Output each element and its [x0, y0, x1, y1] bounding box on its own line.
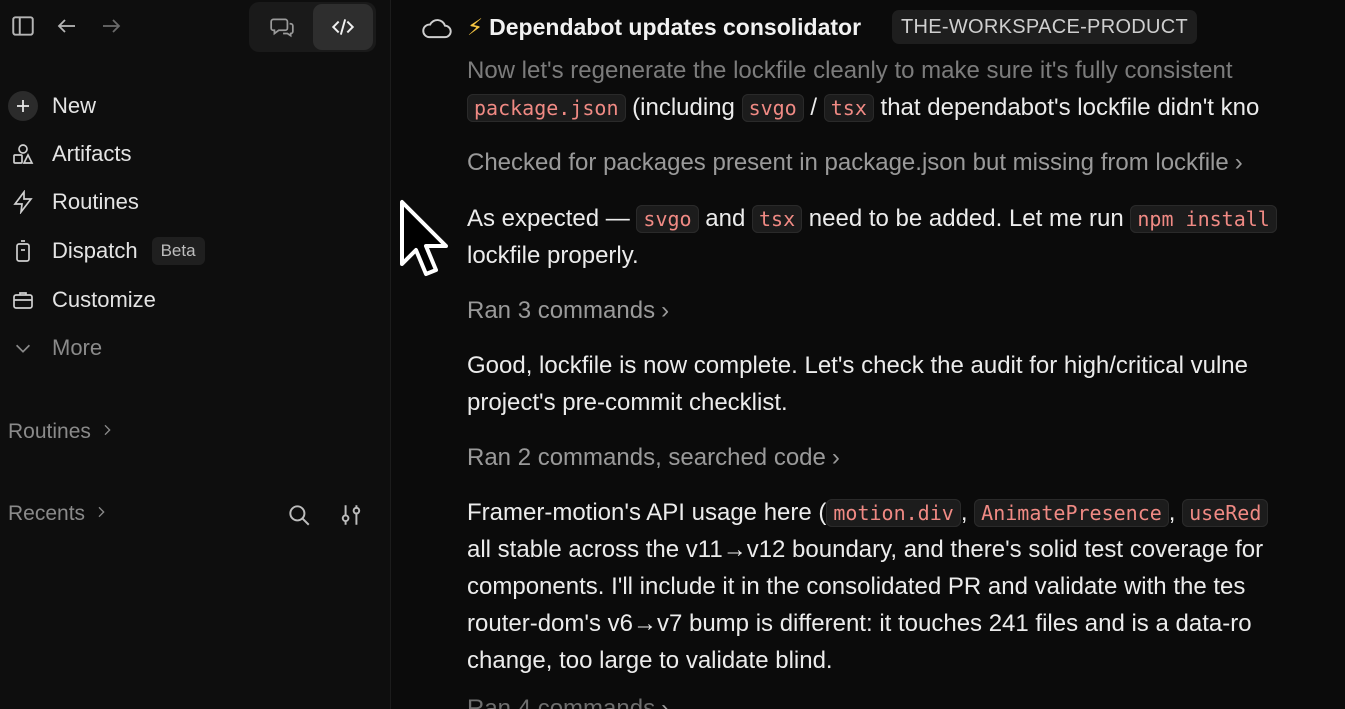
mouse-cursor-icon: [400, 200, 448, 276]
message-text: project's pre-commit checklist.: [467, 389, 788, 416]
inline-code: package.json: [467, 94, 626, 122]
arrow-left-icon: [57, 19, 75, 33]
code-mode-button[interactable]: [313, 4, 373, 50]
nav-label: Artifacts: [52, 141, 132, 166]
search-recents-button[interactable]: [286, 500, 312, 530]
project-badge[interactable]: THE-WORKSPACE-PRODUCT: [892, 10, 1198, 44]
code-icon: [331, 19, 355, 35]
conversation-title[interactable]: ⚡ Dependabot updates consolidator: [467, 14, 861, 41]
inline-code: npm install: [1130, 205, 1277, 233]
chat-bubbles-icon: [270, 18, 294, 38]
message-text: package.json (including svgo / tsx that …: [467, 89, 1259, 127]
back-button[interactable]: [52, 10, 82, 42]
tool-summary-row[interactable]: Ran 3 commands ›: [467, 292, 669, 329]
message-text: lockfile properly.: [467, 242, 639, 269]
inline-code: motion.div: [826, 499, 961, 527]
chat-mode-button[interactable]: [252, 4, 312, 50]
tool-summary-row[interactable]: Ran 4 commands ›: [467, 690, 669, 709]
filter-recents-button[interactable]: [338, 500, 364, 530]
nav-new[interactable]: New: [8, 88, 96, 124]
inline-code: AnimatePresence: [974, 499, 1169, 527]
mode-switcher: [249, 2, 376, 52]
message-text: router-dom's v6→v7 bump is different: it…: [467, 610, 1252, 637]
plus-icon: [8, 91, 38, 121]
sliders-icon: [341, 505, 361, 525]
nav-routines[interactable]: Routines: [8, 184, 139, 220]
routines-section-header[interactable]: Routines: [8, 420, 115, 444]
nav-label: New: [52, 93, 97, 118]
chevron-right-icon: ›: [831, 444, 840, 471]
nav-label: Dispatch: [52, 238, 138, 263]
message-text: Framer-motion's API usage here (motion.d…: [467, 494, 1269, 532]
conversation-pane: ⚡ Dependabot updates consolidator THE-WOR…: [391, 0, 1345, 709]
conversation-header: ⚡ Dependabot updates consolidator THE-WOR…: [391, 0, 1345, 58]
message-text: all stable across the v11→v12 boundary, …: [467, 536, 1264, 563]
message-text: Good, lockfile is now complete. Let's ch…: [467, 352, 1248, 379]
bolt-icon: ⚡: [467, 14, 484, 40]
chevron-right-icon: ›: [1234, 149, 1243, 176]
nav-label: Routines: [52, 189, 139, 214]
section-label: Recents: [8, 502, 86, 525]
inline-code: svgo: [636, 205, 699, 233]
bolt-icon: [8, 187, 38, 217]
arrow-right-icon: [103, 19, 121, 33]
sidebar: New Artifacts Routines Dispatch Beta Cus…: [0, 0, 391, 709]
toggle-sidebar-button[interactable]: [8, 10, 38, 42]
shapes-icon: [8, 139, 38, 169]
nav-label: More: [52, 335, 103, 360]
nav-artifacts[interactable]: Artifacts: [8, 136, 131, 172]
tool-summary-row[interactable]: Checked for packages present in package.…: [467, 144, 1243, 181]
beta-badge: Beta: [151, 237, 205, 265]
inline-code: useRed: [1182, 499, 1269, 527]
sidebar-topbar: [0, 0, 391, 54]
cloud-icon: [421, 14, 453, 47]
chevron-down-icon: [8, 333, 38, 363]
message-text: components. I'll include it in the conso…: [467, 573, 1246, 600]
nav-label: Customize: [52, 287, 156, 312]
inline-code: svgo: [741, 94, 804, 122]
message-text: change, too large to validate blind.: [467, 647, 833, 674]
recents-section-header[interactable]: Recents: [8, 502, 109, 526]
briefcase-icon: [8, 285, 38, 315]
tool-summary-row[interactable]: Ran 2 commands, searched code ›: [467, 439, 840, 476]
search-icon: [289, 505, 310, 526]
message-text: As expected — svgo and tsx need to be ad…: [467, 200, 1277, 238]
nav-dispatch[interactable]: Dispatch Beta: [8, 233, 205, 269]
device-icon: [8, 236, 38, 266]
chevron-right-icon: [99, 420, 115, 444]
chevron-right-icon: [93, 502, 109, 526]
sidebar-icon: [12, 16, 34, 36]
chevron-right-icon: ›: [661, 297, 670, 324]
chevron-right-icon: ›: [661, 695, 670, 709]
nav-customize[interactable]: Customize: [8, 282, 156, 318]
inline-code: tsx: [823, 94, 874, 122]
forward-button[interactable]: [96, 10, 126, 42]
nav-more[interactable]: More: [8, 330, 102, 366]
section-label: Routines: [8, 420, 91, 443]
inline-code: tsx: [751, 205, 803, 233]
